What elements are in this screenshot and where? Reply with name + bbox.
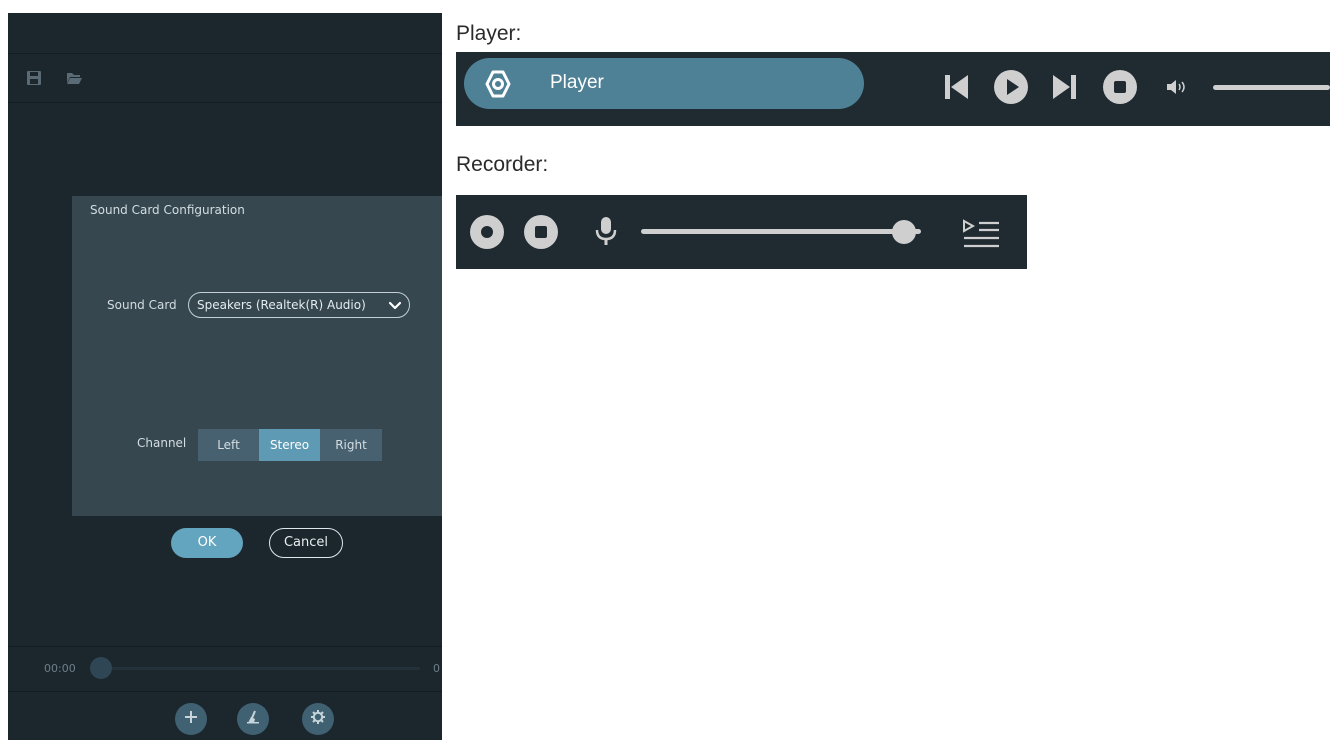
audio-app-window: Sound Card Configuration Sound Card Spea… — [8, 13, 442, 740]
folder-open-icon[interactable] — [66, 70, 82, 86]
seek-track[interactable] — [98, 667, 420, 670]
player-label: Player — [550, 72, 604, 93]
settings-gear-icon — [482, 68, 514, 100]
end-time: 0 — [433, 662, 440, 675]
bottom-button-bar — [8, 692, 442, 740]
channel-right-button[interactable]: Right — [320, 429, 382, 461]
add-button[interactable] — [175, 703, 207, 735]
clean-button[interactable] — [237, 703, 269, 735]
sound-card-config-dialog: Sound Card Configuration Sound Card Spea… — [72, 196, 442, 566]
recorder-caption: Recorder: — [456, 153, 549, 176]
add-icon — [183, 709, 199, 729]
current-time: 00:00 — [44, 662, 76, 675]
timeline-bar: 00:00 0 — [8, 646, 442, 692]
ok-button[interactable]: OK — [171, 528, 243, 558]
skip-next-icon[interactable] — [1051, 71, 1079, 107]
dialog-footer: OK Cancel — [72, 516, 442, 566]
stop-icon[interactable] — [1101, 68, 1139, 110]
gear-icon — [310, 709, 326, 729]
dialog-title: Sound Card Configuration — [90, 203, 245, 217]
channel-left-button[interactable]: Left — [198, 429, 259, 461]
title-bar — [8, 13, 442, 54]
microphone-icon[interactable] — [594, 215, 618, 253]
input-level-thumb[interactable] — [892, 220, 917, 244]
stop-record-icon[interactable] — [522, 213, 560, 255]
channel-selector: Left Stereo Right — [198, 429, 382, 461]
skip-previous-icon[interactable] — [942, 71, 970, 107]
channel-stereo-button[interactable]: Stereo — [259, 429, 320, 461]
recorder-bar — [456, 195, 1027, 269]
chevron-down-icon — [387, 297, 403, 313]
record-icon[interactable] — [468, 213, 506, 255]
volume-icon[interactable] — [1166, 78, 1186, 100]
play-icon[interactable] — [992, 68, 1030, 110]
settings-button[interactable] — [302, 703, 334, 735]
cancel-button[interactable]: Cancel — [269, 528, 343, 558]
seek-thumb[interactable] — [90, 657, 112, 679]
broom-icon — [245, 709, 261, 729]
playlist-icon[interactable] — [961, 218, 1003, 254]
player-tab-button[interactable]: Player — [464, 58, 864, 109]
volume-slider[interactable] — [1213, 85, 1330, 90]
player-caption: Player: — [456, 22, 522, 45]
sound-card-select[interactable]: Speakers (Realtek(R) Audio) — [188, 292, 410, 318]
sound-card-value: Speakers (Realtek(R) Audio) — [197, 298, 366, 312]
save-icon[interactable] — [26, 70, 42, 86]
input-level-slider[interactable] — [641, 229, 921, 234]
toolbar — [8, 54, 442, 103]
player-bar: Player — [456, 52, 1330, 126]
channel-label: Channel — [137, 436, 187, 450]
sound-card-label: Sound Card — [107, 298, 177, 312]
